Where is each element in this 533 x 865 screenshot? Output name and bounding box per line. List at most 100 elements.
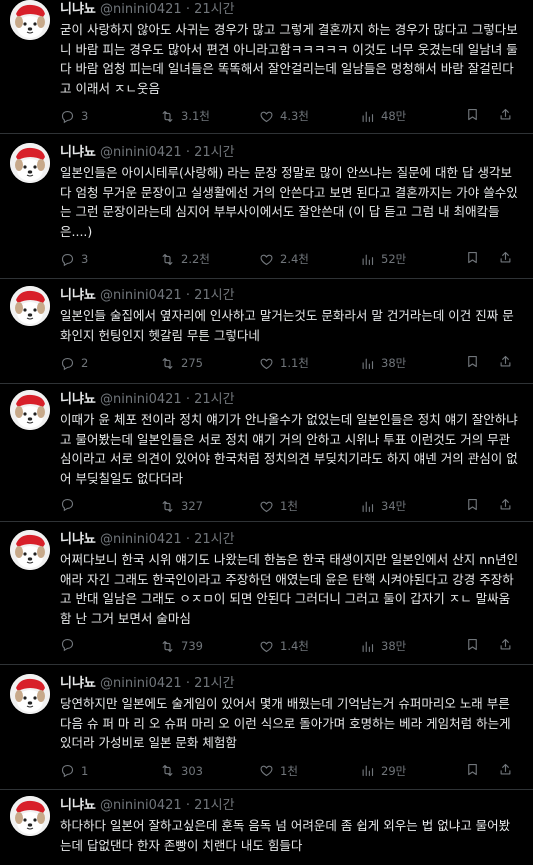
- heart-icon: [260, 641, 273, 652]
- post-divider: [0, 133, 533, 134]
- heart-icon: [260, 501, 273, 512]
- post-time[interactable]: 21시간: [194, 145, 234, 160]
- like-count: 2.4천: [280, 252, 309, 266]
- repost-count: 2.2천: [181, 252, 210, 266]
- analytics-icon: [362, 501, 374, 512]
- share-button[interactable]: [498, 637, 513, 652]
- like-button[interactable]: 1.1천: [259, 354, 309, 372]
- reply-button[interactable]: 1: [60, 762, 88, 780]
- user-handle[interactable]: @ninini0421: [100, 2, 182, 17]
- post-time[interactable]: 21시간: [194, 288, 234, 303]
- views-button[interactable]: 38만: [360, 354, 406, 372]
- post-header: 니냐뇨 @ninini0421 · 21시간: [60, 798, 235, 814]
- post-divider: [0, 789, 533, 790]
- repost-button[interactable]: 3.1천: [160, 107, 210, 125]
- display-name[interactable]: 니냐뇨: [60, 392, 96, 407]
- user-handle[interactable]: @ninini0421: [100, 798, 182, 813]
- user-handle[interactable]: @ninini0421: [100, 145, 182, 160]
- views-button[interactable]: 29만: [360, 762, 406, 780]
- reply-icon: [61, 638, 74, 652]
- bookmark-button[interactable]: [465, 637, 480, 652]
- dog-avatar-icon: [10, 286, 50, 326]
- avatar[interactable]: [10, 796, 50, 836]
- share-button[interactable]: [498, 762, 513, 777]
- bookmark-button[interactable]: [465, 762, 480, 777]
- post-divider: [0, 278, 533, 279]
- display-name[interactable]: 니냐뇨: [60, 288, 96, 303]
- dog-avatar-icon: [10, 530, 50, 570]
- repost-count: 275: [181, 356, 203, 370]
- views-button[interactable]: 52만: [360, 250, 406, 268]
- like-button[interactable]: 1천: [259, 762, 298, 780]
- display-name[interactable]: 니냐뇨: [60, 676, 96, 691]
- separator-dot: ·: [185, 288, 190, 303]
- share-icon: [500, 355, 511, 367]
- reply-icon: [61, 498, 74, 512]
- display-name[interactable]: 니냐뇨: [60, 2, 96, 17]
- like-count: 1천: [280, 763, 298, 778]
- dog-avatar-icon: [10, 143, 50, 183]
- reply-button[interactable]: [60, 637, 81, 652]
- post-text: 일본인들 술집에서 옆자리에 인사하고 말거는것도 문화라서 말 건거라는데 이…: [60, 308, 514, 343]
- user-handle[interactable]: @ninini0421: [100, 392, 182, 407]
- view-count: 38만: [381, 639, 407, 653]
- display-name[interactable]: 니냐뇨: [60, 145, 96, 160]
- bookmark-button[interactable]: [465, 354, 480, 369]
- like-button[interactable]: 2.4천: [259, 250, 309, 268]
- reply-button[interactable]: 2: [60, 354, 88, 372]
- repost-button[interactable]: 739: [160, 637, 203, 655]
- share-button[interactable]: [498, 250, 513, 265]
- analytics-icon: [362, 358, 374, 369]
- views-button[interactable]: 48만: [360, 107, 406, 125]
- views-button[interactable]: 38만: [360, 637, 406, 655]
- post-time[interactable]: 21시간: [194, 2, 234, 17]
- views-button[interactable]: 34만: [360, 497, 406, 515]
- user-handle[interactable]: @ninini0421: [100, 288, 182, 303]
- post-time[interactable]: 21시간: [194, 392, 234, 407]
- user-handle[interactable]: @ninini0421: [100, 676, 182, 691]
- heart-icon: [260, 111, 273, 122]
- reply-count: 1: [81, 763, 89, 778]
- post-divider: [0, 383, 533, 384]
- post-text: 하다하다 일본어 잘하고싶은데 훈독 음독 넘 어려운데 좀 쉽게 외우는 법 …: [60, 818, 511, 853]
- avatar[interactable]: [10, 390, 50, 430]
- avatar[interactable]: [10, 286, 50, 326]
- reply-icon: [61, 357, 74, 370]
- like-button[interactable]: 4.3천: [259, 107, 309, 125]
- repost-button[interactable]: 2.2천: [160, 250, 210, 268]
- reply-button[interactable]: 3: [60, 250, 88, 268]
- repost-button[interactable]: 327: [160, 497, 203, 515]
- avatar[interactable]: [10, 143, 50, 183]
- reply-button[interactable]: 3: [60, 107, 88, 125]
- bookmark-icon: [468, 763, 477, 775]
- repost-button[interactable]: 275: [160, 354, 203, 372]
- post-header: 니냐뇨 @ninini0421 · 21시간: [60, 2, 235, 18]
- avatar[interactable]: [10, 0, 50, 40]
- like-button[interactable]: 1.4천: [259, 637, 309, 655]
- share-button[interactable]: [498, 497, 513, 512]
- action-bar: 327 1천 34만: [60, 497, 520, 515]
- post-header: 니냐뇨 @ninini0421 · 21시간: [60, 392, 235, 408]
- post-time[interactable]: 21시간: [194, 532, 234, 547]
- bookmark-button[interactable]: [465, 250, 480, 265]
- user-handle[interactable]: @ninini0421: [100, 532, 182, 547]
- share-button[interactable]: [498, 107, 513, 122]
- share-button[interactable]: [498, 354, 513, 369]
- separator-dot: ·: [185, 392, 190, 407]
- share-icon: [500, 498, 511, 510]
- view-count: 48만: [381, 109, 407, 123]
- display-name[interactable]: 니냐뇨: [60, 798, 96, 813]
- avatar[interactable]: [10, 674, 50, 714]
- bookmark-button[interactable]: [465, 107, 480, 122]
- post-time[interactable]: 21시간: [194, 798, 234, 813]
- avatar[interactable]: [10, 530, 50, 570]
- like-button[interactable]: 1천: [259, 497, 298, 515]
- reply-button[interactable]: [60, 497, 81, 512]
- display-name[interactable]: 니냐뇨: [60, 532, 96, 547]
- repost-button[interactable]: 303: [160, 762, 203, 780]
- separator-dot: ·: [185, 676, 190, 691]
- bookmark-button[interactable]: [465, 497, 480, 512]
- post-text: 당연하지만 일본에도 술게임이 있어서 몇개 배웠는데 기억남는거 슈퍼마리오 …: [60, 696, 515, 750]
- post-header: 니냐뇨 @ninini0421 · 21시간: [60, 532, 235, 548]
- post-time[interactable]: 21시간: [194, 676, 234, 691]
